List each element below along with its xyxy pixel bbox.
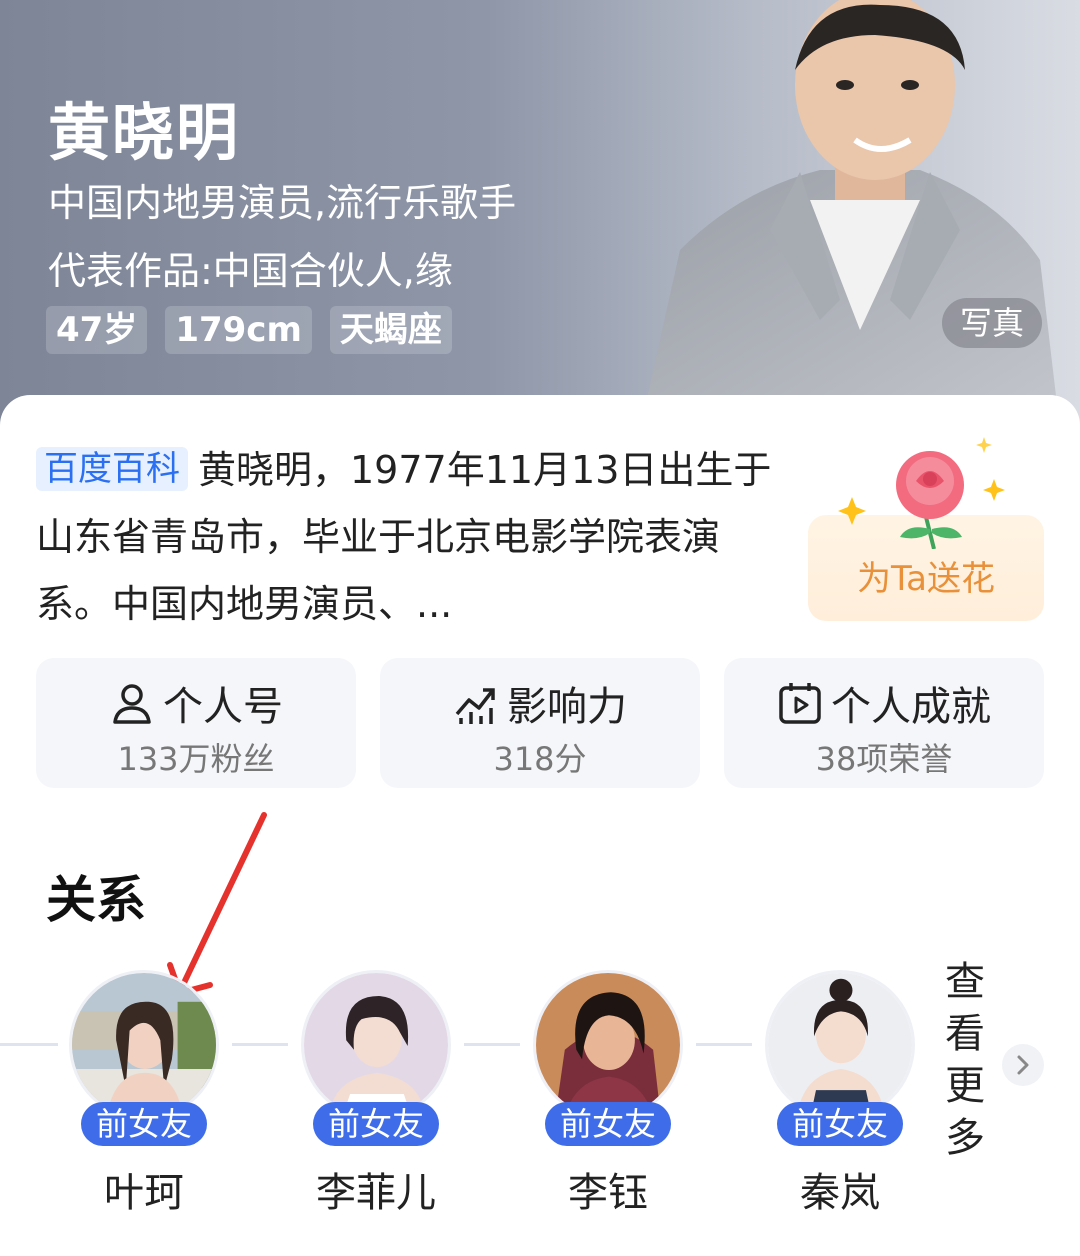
influence-title: 影响力	[380, 674, 700, 732]
stat-value: 133万粉丝	[117, 740, 275, 778]
profile-works: 代表作品:中国合伙人,缘	[48, 249, 453, 293]
person-name: 李菲儿	[316, 1170, 436, 1216]
view-more-link[interactable]: 查看更多	[940, 956, 990, 1164]
profile-tags: 47岁 179cm 天蝎座	[46, 306, 452, 354]
timeline-connector	[232, 1043, 288, 1046]
avatar[interactable]	[765, 970, 915, 1120]
person-name: 秦岚	[800, 1170, 880, 1216]
height-tag: 179cm	[165, 306, 312, 354]
trend-chart-icon	[455, 688, 495, 724]
timeline-connector	[464, 1043, 520, 1046]
relations-section-title: 关系	[46, 871, 146, 929]
profile-description: 中国内地男演员,流行乐歌手	[48, 181, 517, 225]
chevron-right-icon	[1017, 1055, 1029, 1075]
rose-icon	[838, 437, 1005, 549]
relation-badge: 前女友	[81, 1102, 207, 1146]
relation-person-2[interactable]: 前女友 李菲儿	[296, 970, 456, 1216]
photo-album-button[interactable]: 写真	[942, 298, 1042, 348]
relation-person-3[interactable]: 前女友 李钰	[528, 970, 688, 1216]
stat-label: 个人号	[163, 684, 283, 730]
timeline-connector	[696, 1043, 752, 1046]
baike-badge: 百度百科	[36, 447, 188, 491]
profile-name: 黄晓明	[48, 96, 241, 169]
relation-badge: 前女友	[313, 1102, 439, 1146]
avatar[interactable]	[533, 970, 683, 1120]
relation-person-4[interactable]: 前女友 秦岚	[760, 970, 920, 1216]
person-icon	[113, 684, 151, 724]
stat-label: 个人成就	[831, 684, 991, 730]
relation-badge: 前女友	[545, 1102, 671, 1146]
profile-portrait[interactable]	[620, 0, 1080, 430]
achievements-title: 个人成就	[724, 674, 1044, 732]
stat-label: 影响力	[507, 684, 627, 730]
person-name: 叶珂	[104, 1170, 184, 1216]
achievements-stat[interactable]: 个人成就 38项荣誉	[724, 658, 1044, 788]
avatar[interactable]	[301, 970, 451, 1120]
relation-badge: 前女友	[777, 1102, 903, 1146]
zodiac-tag: 天蝎座	[329, 306, 452, 354]
send-flower-label: 为Ta送花	[857, 559, 995, 599]
avatar[interactable]	[69, 970, 219, 1120]
play-calendar-icon	[779, 683, 821, 724]
stat-value: 318分	[493, 740, 587, 778]
baike-summary[interactable]: 百度百科 黄晓明，1977年11月13日出生于山东省青岛市，毕业于北京电影学院表演…	[36, 437, 776, 638]
influence-stat[interactable]: 影响力 318分	[380, 658, 700, 788]
age-tag: 47岁	[46, 306, 148, 354]
stat-value: 38项荣誉	[815, 740, 953, 778]
profile-header: 黄晓明 中国内地男演员,流行乐歌手 代表作品:中国合伙人,缘 47岁 179cm…	[0, 0, 1080, 430]
next-page-button[interactable]	[1002, 1044, 1044, 1086]
person-name: 李钰	[568, 1170, 648, 1216]
relation-person-1[interactable]: 前女友 叶珂	[64, 970, 224, 1216]
personal-account-stat[interactable]: 个人号 133万粉丝	[36, 658, 356, 788]
personal-account-title: 个人号	[36, 674, 356, 732]
timeline-connector	[0, 1043, 58, 1046]
